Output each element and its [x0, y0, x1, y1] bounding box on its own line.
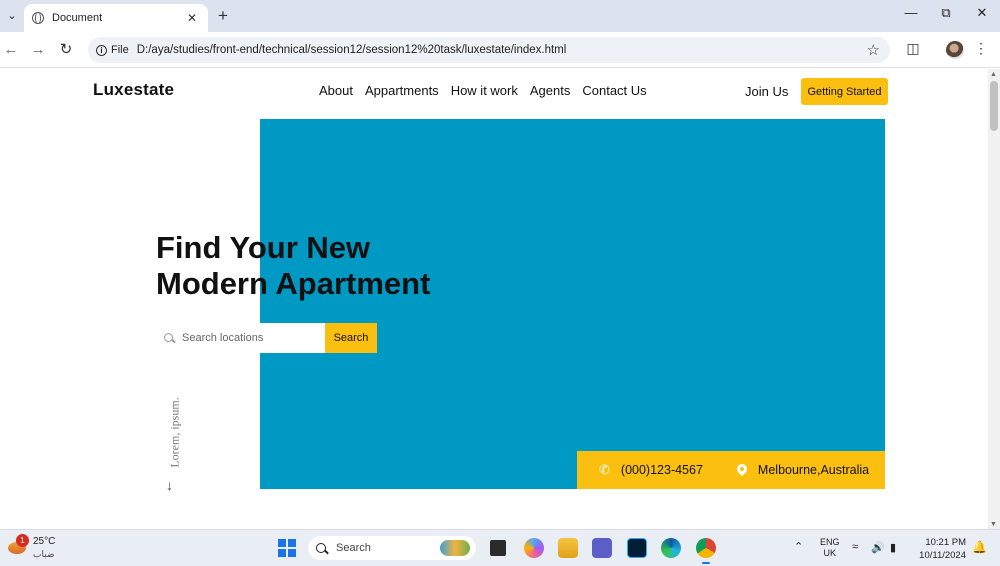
reload-icon[interactable]: ↻ — [56, 40, 76, 60]
volume-icon[interactable]: 🔊 — [871, 541, 885, 554]
lang-code: ENG — [820, 537, 840, 547]
task-view-icon[interactable] — [490, 540, 506, 556]
nav-link-contact-us[interactable]: Contact Us — [582, 83, 646, 98]
phone-number: (000)123-4567 — [620, 463, 703, 477]
restore-icon[interactable]: ⧉ — [936, 5, 956, 21]
hero-headline: Find Your New Modern Apartment — [156, 230, 430, 302]
nav-link-how-it-work[interactable]: How it work — [451, 83, 518, 98]
browser-menu-icon[interactable]: ⋮ — [971, 40, 991, 57]
back-arrow-icon[interactable]: ← — [1, 40, 21, 60]
location-text: Melbourne,Australia — [757, 463, 870, 477]
join-us-link[interactable]: Join Us — [745, 84, 788, 99]
location-pin-icon — [737, 464, 747, 477]
close-window-icon[interactable]: ✕ — [972, 5, 992, 21]
copilot-icon[interactable] — [524, 538, 544, 558]
chrome-icon[interactable] — [696, 538, 716, 564]
forward-arrow-icon[interactable]: → — [28, 40, 48, 60]
minimize-icon[interactable]: — — [901, 5, 921, 20]
bookmark-star-icon[interactable]: ☆ — [867, 41, 880, 59]
battery-icon[interactable]: ▮ — [890, 541, 896, 554]
browser-tab[interactable]: Document ✕ — [24, 4, 208, 32]
browser-toolbar: ← → ↻ i File D:/aya/studies/front-end/te… — [0, 32, 1000, 68]
tab-title: Document — [52, 12, 103, 24]
language-indicator[interactable]: ENG UK — [820, 537, 840, 559]
teams-icon[interactable] — [592, 538, 612, 558]
lang-region: UK — [823, 548, 837, 558]
address-bar[interactable]: i File D:/aya/studies/front-end/technica… — [88, 37, 890, 63]
getting-started-button[interactable]: Getting Started — [801, 78, 888, 105]
page-viewport: Luxestate About Appartments How it work … — [0, 69, 988, 529]
nav-link-appartments[interactable]: Appartments — [365, 83, 439, 98]
taskbar-search-icon — [316, 543, 326, 553]
browser-tab-bar: ⌄ Document ✕ + — ⧉ ✕ — [0, 0, 1000, 32]
page-scrollbar[interactable]: ▲ ▼ — [988, 69, 1000, 529]
weather-condition: ضباب — [33, 549, 55, 559]
arrow-down-icon[interactable]: ↓ — [166, 477, 173, 493]
scroll-down-arrow-icon[interactable]: ▼ — [990, 521, 997, 528]
search-button[interactable]: Search — [325, 323, 377, 353]
extensions-icon[interactable]: ◫ — [903, 40, 923, 57]
clock-time: 10:21 PM — [925, 537, 966, 548]
taskbar-search[interactable]: Search — [308, 536, 476, 560]
hero-image-area — [260, 119, 885, 489]
scroll-hint: Lorem, ipsum. ↓ — [159, 385, 189, 493]
main-nav: About Appartments How it work Agents Con… — [319, 83, 647, 98]
profile-avatar[interactable] — [946, 41, 964, 59]
phone-icon: ✆ — [599, 462, 610, 477]
search-icon — [164, 332, 173, 342]
site-info-chip[interactable]: i File — [94, 44, 137, 56]
file-explorer-icon[interactable] — [558, 538, 578, 558]
edge-icon[interactable] — [661, 538, 681, 558]
close-tab-icon[interactable]: ✕ — [184, 11, 200, 25]
hidden-icons-chevron-icon[interactable]: ⌃ — [794, 540, 803, 553]
nav-link-about[interactable]: About — [319, 83, 353, 98]
clock-date: 10/11/2024 — [919, 550, 966, 561]
contact-info-bar: ✆ (000)123-4567 Melbourne,Australia — [577, 451, 885, 489]
headline-line-1: Find Your New — [156, 230, 371, 265]
search-highlight-icon — [440, 540, 470, 556]
site-logo[interactable]: Luxestate — [93, 80, 174, 100]
scrollbar-thumb[interactable] — [990, 81, 998, 131]
temperature[interactable]: 25°C — [33, 536, 55, 547]
new-tab-button[interactable]: + — [214, 6, 232, 26]
system-clock[interactable]: 10:21 PM 10/11/2024 — [914, 536, 966, 562]
wifi-icon[interactable]: ≈ — [852, 541, 858, 553]
globe-icon — [32, 11, 44, 24]
location-search-input[interactable] — [182, 332, 312, 344]
nav-link-agents[interactable]: Agents — [530, 83, 570, 98]
notification-bell-icon[interactable]: 🔔 — [972, 540, 987, 554]
vertical-caption: Lorem, ipsum. — [167, 397, 182, 468]
headline-line-2: Modern Apartment — [156, 266, 431, 301]
photoshop-icon[interactable] — [627, 538, 647, 558]
url-text[interactable]: D:/aya/studies/front-end/technical/sessi… — [137, 44, 567, 56]
tab-search-chevron-icon[interactable]: ⌄ — [2, 5, 22, 25]
location-search-box — [157, 323, 325, 353]
info-icon: i — [96, 44, 107, 56]
scroll-up-arrow-icon[interactable]: ▲ — [990, 71, 997, 78]
start-button[interactable] — [278, 539, 296, 557]
url-scheme-label: File — [111, 44, 129, 56]
weather-badge: 1 — [16, 534, 29, 547]
taskbar-search-label: Search — [336, 542, 371, 554]
windows-taskbar: 1 25°C ضباب Search ⌃ ENG UK ≈ 🔊 ▮ 10:21 … — [0, 529, 1000, 566]
